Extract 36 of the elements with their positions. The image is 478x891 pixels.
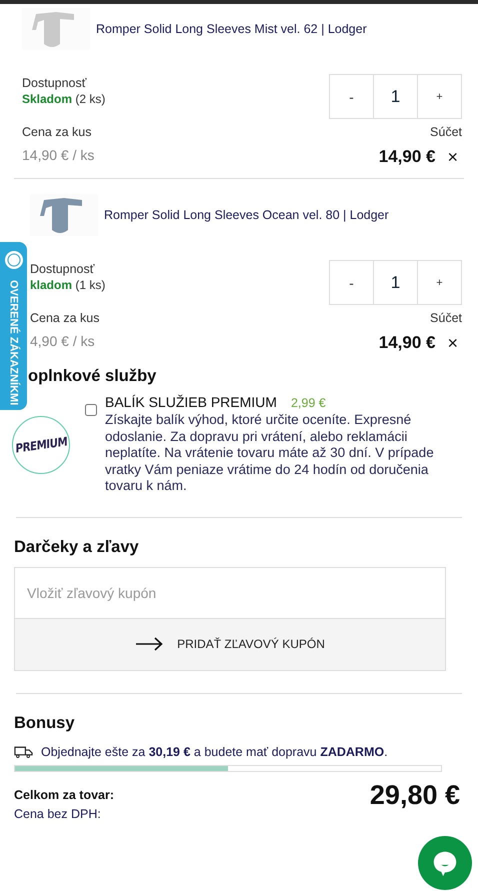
truck-icon (14, 746, 33, 758)
quantity-field[interactable]: 1 (373, 75, 418, 118)
section-heading: Bonusy (13, 714, 76, 732)
service-checkbox[interactable] (85, 404, 97, 416)
unit-price-label: Cena za kus (22, 125, 92, 139)
availability-label: Dostupnosť (22, 76, 88, 90)
remove-button[interactable]: × (447, 334, 462, 352)
line-total: 14,90 € (378, 333, 436, 353)
section-heading: Darčeky a zľavy (13, 538, 140, 556)
unit-price: 14,90 € / ks (22, 147, 94, 163)
unit-price: 4,90 € / ks (30, 333, 96, 349)
add-coupon-button[interactable]: PRIDAŤ ZĽAVOVÝ KUPÓN (14, 618, 446, 670)
total-label: Súčet (430, 125, 462, 139)
stock-status: Skladom (2 ks) (22, 92, 106, 106)
net-price-label: Cena bez DPH: (13, 806, 102, 820)
premium-logo: PREMIUM (12, 416, 70, 474)
service-description: Získajte balík výhod, ktoré určite oceníte. Expresné odoslanie. Za dopravu pri vrátení, alebo reklamácii neplatíte. Na vrátenie tovaru máte až 30 dní. V prípade vratky Vám peniaze vrátime do 24 hodín od doručenia tovaru k nám. (105, 412, 435, 494)
coupon-field[interactable]: Vložiť zľavový kupón (14, 566, 446, 618)
badge-icon (4, 250, 24, 270)
service-title: BALÍK SLUŽIEB PREMIUM (105, 394, 277, 410)
stock-status: kladom (1 ks) (30, 278, 106, 292)
total-label: Celkom za tovar: (14, 788, 114, 802)
total-label: Súčet (430, 311, 462, 325)
free-shipping-message: Objednajte ešte za 30,19 € a budete mať dopravu ZADARMO. (41, 744, 388, 758)
order-total: 29,80 € (370, 780, 460, 810)
remove-button[interactable]: × (447, 148, 462, 166)
quantity-field[interactable]: 1 (373, 261, 418, 304)
unit-price-label: Cena za kus (30, 311, 100, 325)
service-price: 2,99 € (290, 396, 326, 410)
chat-icon (431, 849, 459, 877)
availability-label: Dostupnosť (30, 262, 96, 276)
product-name[interactable]: Romper Solid Long Sleeves Ocean vel. 80 | Lodger (104, 208, 389, 222)
arrow-icon (135, 637, 164, 651)
product-name[interactable]: Romper Solid Long Sleeves Mist vel. 62 | Lodger (96, 22, 367, 36)
line-total: 14,90 € (378, 147, 436, 167)
chat-button[interactable] (418, 836, 472, 890)
